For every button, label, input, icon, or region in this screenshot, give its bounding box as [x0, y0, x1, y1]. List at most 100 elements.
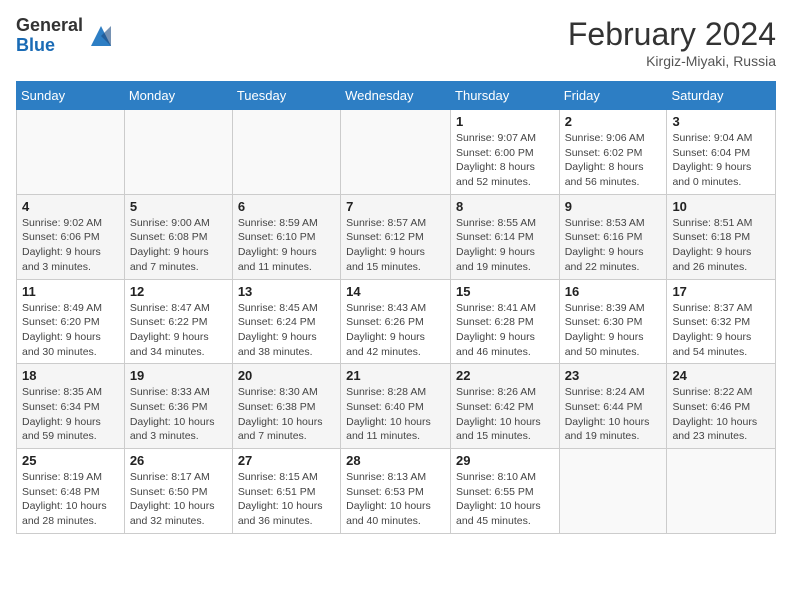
day-number: 1 — [456, 114, 554, 129]
calendar-cell: 15 Sunrise: 8:41 AM Sunset: 6:28 PM Dayli… — [451, 279, 560, 364]
calendar-cell: 9 Sunrise: 8:53 AM Sunset: 6:16 PM Daylig… — [559, 194, 667, 279]
day-info: Sunrise: 8:33 AM Sunset: 6:36 PM Dayligh… — [130, 385, 227, 444]
weekday-header-monday: Monday — [124, 82, 232, 110]
day-info: Sunrise: 8:53 AM Sunset: 6:16 PM Dayligh… — [565, 216, 662, 275]
calendar-week-3: 11 Sunrise: 8:49 AM Sunset: 6:20 PM Dayli… — [17, 279, 776, 364]
day-info: Sunrise: 8:19 AM Sunset: 6:48 PM Dayligh… — [22, 470, 119, 529]
calendar-cell: 4Sunrise: 9:02 AM Sunset: 6:06 PM Daylig… — [17, 194, 125, 279]
calendar-cell: 28Sunrise: 8:13 AM Sunset: 6:53 PM Dayli… — [341, 449, 451, 534]
calendar-table: SundayMondayTuesdayWednesdayThursdayFrid… — [16, 81, 776, 534]
weekday-header-wednesday: Wednesday — [341, 82, 451, 110]
calendar-week-1: 1 Sunrise: 9:07 AM Sunset: 6:00 PM Daylig… — [17, 110, 776, 195]
day-number: 25 — [22, 453, 119, 468]
calendar-cell: 24 Sunrise: 8:22 AM Sunset: 6:46 PM Dayli… — [667, 364, 776, 449]
calendar-cell — [559, 449, 667, 534]
calendar-cell: 3 Sunrise: 9:04 AM Sunset: 6:04 PM Daylig… — [667, 110, 776, 195]
day-number: 17 — [672, 284, 770, 299]
day-number: 27 — [238, 453, 335, 468]
calendar-cell — [667, 449, 776, 534]
day-number: 6 — [238, 199, 335, 214]
weekday-header-thursday: Thursday — [451, 82, 560, 110]
weekday-header-saturday: Saturday — [667, 82, 776, 110]
calendar-cell: 26 Sunrise: 8:17 AM Sunset: 6:50 PM Dayli… — [124, 449, 232, 534]
location-subtitle: Kirgiz-Miyaki, Russia — [568, 53, 776, 69]
weekday-header-tuesday: Tuesday — [232, 82, 340, 110]
calendar-cell: 18 Sunrise: 8:35 AM Sunset: 6:34 PM Dayli… — [17, 364, 125, 449]
calendar-cell: 12 Sunrise: 8:47 AM Sunset: 6:22 PM Dayli… — [124, 279, 232, 364]
title-block: February 2024 Kirgiz-Miyaki, Russia — [568, 16, 776, 69]
calendar-cell: 13 Sunrise: 8:45 AM Sunset: 6:24 PM Dayli… — [232, 279, 340, 364]
weekday-header-sunday: Sunday — [17, 82, 125, 110]
weekday-header-friday: Friday — [559, 82, 667, 110]
calendar-cell: 11 Sunrise: 8:49 AM Sunset: 6:20 PM Dayli… — [17, 279, 125, 364]
day-info: Sunrise: 8:51 AM Sunset: 6:18 PM Dayligh… — [672, 216, 770, 275]
calendar-cell: 29 Sunrise: 8:10 AM Sunset: 6:55 PM Dayli… — [451, 449, 560, 534]
day-info: Sunrise: 8:59 AM Sunset: 6:10 PM Dayligh… — [238, 216, 335, 275]
calendar-cell: 1 Sunrise: 9:07 AM Sunset: 6:00 PM Daylig… — [451, 110, 560, 195]
logo-blue: Blue — [16, 36, 83, 56]
day-info: Sunrise: 9:06 AM Sunset: 6:02 PM Dayligh… — [565, 131, 662, 190]
day-info: Sunrise: 8:35 AM Sunset: 6:34 PM Dayligh… — [22, 385, 119, 444]
day-info: Sunrise: 8:45 AM Sunset: 6:24 PM Dayligh… — [238, 301, 335, 360]
calendar-cell: 25 Sunrise: 8:19 AM Sunset: 6:48 PM Dayli… — [17, 449, 125, 534]
page-header: General Blue February 2024 Kirgiz-Miyaki… — [16, 16, 776, 69]
day-number: 21 — [346, 368, 445, 383]
calendar-cell — [124, 110, 232, 195]
day-info: Sunrise: 9:07 AM Sunset: 6:00 PM Dayligh… — [456, 131, 554, 190]
month-year-title: February 2024 — [568, 16, 776, 53]
day-number: 24 — [672, 368, 770, 383]
calendar-cell: 20 Sunrise: 8:30 AM Sunset: 6:38 PM Dayli… — [232, 364, 340, 449]
day-number: 23 — [565, 368, 662, 383]
logo-general: General — [16, 16, 83, 36]
day-info: Sunrise: 9:00 AM Sunset: 6:08 PM Dayligh… — [130, 216, 227, 275]
calendar-cell: 14Sunrise: 8:43 AM Sunset: 6:26 PM Dayli… — [341, 279, 451, 364]
day-info: Sunrise: 8:17 AM Sunset: 6:50 PM Dayligh… — [130, 470, 227, 529]
day-info: Sunrise: 8:37 AM Sunset: 6:32 PM Dayligh… — [672, 301, 770, 360]
day-info: Sunrise: 8:57 AM Sunset: 6:12 PM Dayligh… — [346, 216, 445, 275]
day-info: Sunrise: 8:39 AM Sunset: 6:30 PM Dayligh… — [565, 301, 662, 360]
calendar-cell: 8 Sunrise: 8:55 AM Sunset: 6:14 PM Daylig… — [451, 194, 560, 279]
day-number: 15 — [456, 284, 554, 299]
day-number: 3 — [672, 114, 770, 129]
calendar-cell: 17 Sunrise: 8:37 AM Sunset: 6:32 PM Dayli… — [667, 279, 776, 364]
day-info: Sunrise: 8:43 AM Sunset: 6:26 PM Dayligh… — [346, 301, 445, 360]
calendar-cell: 19Sunrise: 8:33 AM Sunset: 6:36 PM Dayli… — [124, 364, 232, 449]
calendar-cell: 22Sunrise: 8:26 AM Sunset: 6:42 PM Dayli… — [451, 364, 560, 449]
day-info: Sunrise: 8:49 AM Sunset: 6:20 PM Dayligh… — [22, 301, 119, 360]
day-info: Sunrise: 8:41 AM Sunset: 6:28 PM Dayligh… — [456, 301, 554, 360]
calendar-week-5: 25 Sunrise: 8:19 AM Sunset: 6:48 PM Dayli… — [17, 449, 776, 534]
day-number: 2 — [565, 114, 662, 129]
day-info: Sunrise: 8:55 AM Sunset: 6:14 PM Dayligh… — [456, 216, 554, 275]
day-info: Sunrise: 9:02 AM Sunset: 6:06 PM Dayligh… — [22, 216, 119, 275]
calendar-cell: 7Sunrise: 8:57 AM Sunset: 6:12 PM Daylig… — [341, 194, 451, 279]
day-info: Sunrise: 8:15 AM Sunset: 6:51 PM Dayligh… — [238, 470, 335, 529]
day-number: 29 — [456, 453, 554, 468]
calendar-cell: 27 Sunrise: 8:15 AM Sunset: 6:51 PM Dayli… — [232, 449, 340, 534]
calendar-cell: 5Sunrise: 9:00 AM Sunset: 6:08 PM Daylig… — [124, 194, 232, 279]
day-number: 18 — [22, 368, 119, 383]
day-info: Sunrise: 8:10 AM Sunset: 6:55 PM Dayligh… — [456, 470, 554, 529]
day-number: 13 — [238, 284, 335, 299]
day-number: 26 — [130, 453, 227, 468]
day-info: Sunrise: 8:28 AM Sunset: 6:40 PM Dayligh… — [346, 385, 445, 444]
logo: General Blue — [16, 16, 115, 56]
day-number: 28 — [346, 453, 445, 468]
calendar-cell: 21 Sunrise: 8:28 AM Sunset: 6:40 PM Dayli… — [341, 364, 451, 449]
day-info: Sunrise: 8:30 AM Sunset: 6:38 PM Dayligh… — [238, 385, 335, 444]
day-number: 8 — [456, 199, 554, 214]
day-info: Sunrise: 9:04 AM Sunset: 6:04 PM Dayligh… — [672, 131, 770, 190]
day-info: Sunrise: 8:26 AM Sunset: 6:42 PM Dayligh… — [456, 385, 554, 444]
day-number: 11 — [22, 284, 119, 299]
day-info: Sunrise: 8:22 AM Sunset: 6:46 PM Dayligh… — [672, 385, 770, 444]
day-number: 12 — [130, 284, 227, 299]
logo-text: General Blue — [16, 16, 83, 56]
calendar-cell: 10 Sunrise: 8:51 AM Sunset: 6:18 PM Dayli… — [667, 194, 776, 279]
day-number: 20 — [238, 368, 335, 383]
day-number: 9 — [565, 199, 662, 214]
calendar-cell — [232, 110, 340, 195]
calendar-cell: 16 Sunrise: 8:39 AM Sunset: 6:30 PM Dayli… — [559, 279, 667, 364]
calendar-cell: 6 Sunrise: 8:59 AM Sunset: 6:10 PM Daylig… — [232, 194, 340, 279]
day-number: 10 — [672, 199, 770, 214]
day-info: Sunrise: 8:47 AM Sunset: 6:22 PM Dayligh… — [130, 301, 227, 360]
day-number: 16 — [565, 284, 662, 299]
